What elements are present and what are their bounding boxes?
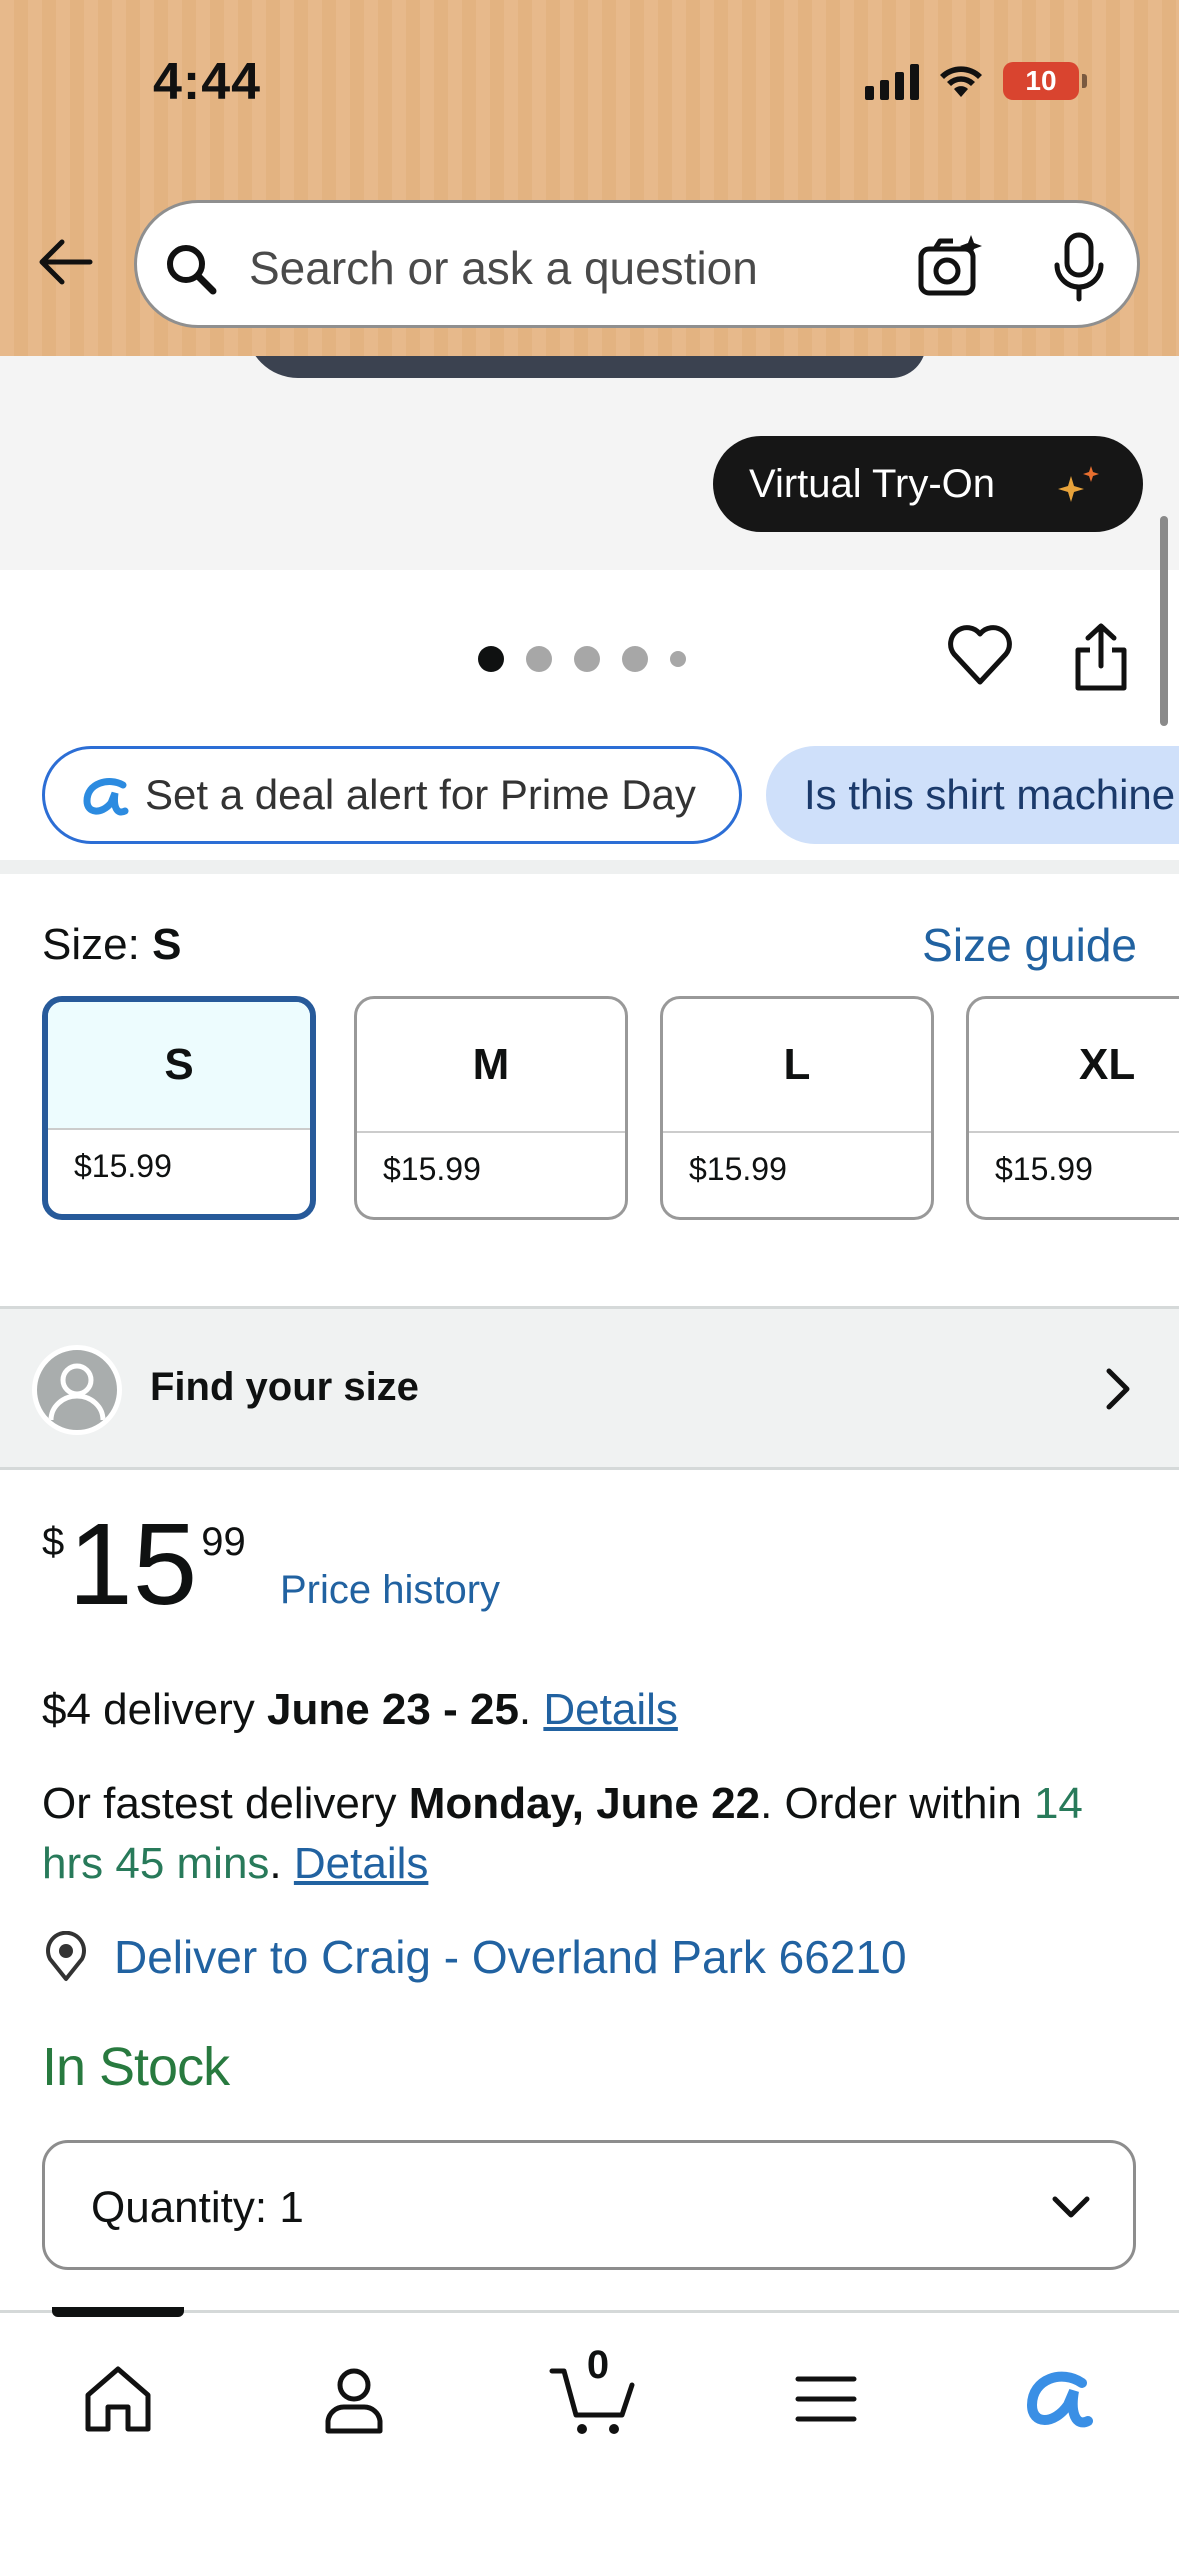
deal-alert-chip[interactable]: Set a deal alert for Prime Day [42, 746, 742, 844]
account-icon[interactable] [314, 2359, 394, 2439]
deal-alert-label: Set a deal alert for Prime Day [145, 771, 696, 818]
avatar-icon [32, 1345, 122, 1435]
size-option-m[interactable]: M $15.99 [354, 996, 628, 1220]
sparkle-icon [1058, 466, 1099, 502]
status-time: 4:44 [153, 53, 262, 111]
price-symbol: $ [42, 1520, 65, 1564]
quantity-label: Quantity: [91, 2183, 268, 2232]
stock-status: In Stock [42, 2037, 230, 2097]
deliver-to-row[interactable]: Deliver to Craig - Overland Park 66210 [42, 1930, 907, 1984]
quantity-text: Quantity: 1 [91, 2183, 304, 2233]
price-history-link[interactable]: Price history [280, 1568, 500, 1613]
size-option-price: $15.99 [995, 1151, 1093, 1187]
size-option-price: $15.99 [383, 1151, 481, 1187]
quantity-dropdown[interactable]: Quantity: 1 [42, 2140, 1136, 2270]
size-guide-link[interactable]: Size guide [922, 918, 1137, 972]
bottom-nav: 0 [0, 2307, 1179, 2556]
home-icon[interactable] [78, 2359, 158, 2439]
size-label: Size: S [42, 920, 181, 970]
size-option-xl[interactable]: XL $15.99 [966, 996, 1179, 1220]
search-icon [167, 245, 217, 295]
price: $ 15 99 [42, 1506, 246, 1622]
quantity-value: 1 [279, 2183, 304, 2232]
delivery-prefix: $4 delivery [42, 1685, 268, 1734]
fastest-sep: . [269, 1839, 294, 1888]
back-arrow-icon[interactable] [34, 230, 98, 294]
size-label-text: Size: [42, 920, 140, 969]
camera-icon[interactable] [915, 233, 983, 301]
size-option-price: $15.99 [74, 1148, 172, 1184]
search-bar[interactable]: Search or ask a question [134, 200, 1140, 328]
active-tab-indicator [52, 2307, 184, 2317]
question-chip[interactable]: Is this shirt machine washable? [766, 746, 1179, 844]
chevron-down-icon [1052, 2196, 1090, 2218]
signal-icon [865, 62, 919, 100]
delivery-details-link[interactable]: Details [543, 1685, 678, 1734]
heart-icon[interactable] [946, 622, 1014, 688]
size-option-price: $15.99 [689, 1151, 787, 1187]
carousel-dot[interactable] [574, 646, 600, 672]
carousel-dots[interactable] [478, 646, 686, 672]
menu-icon[interactable] [786, 2359, 866, 2439]
virtual-try-on-button[interactable]: Virtual Try-On [713, 436, 1143, 532]
search-input[interactable]: Search or ask a question [249, 241, 758, 295]
section-divider [0, 860, 1179, 874]
battery-level: 10 [1025, 65, 1057, 96]
virtual-try-on-label: Virtual Try-On [749, 461, 995, 506]
size-option-label: L [663, 999, 931, 1133]
carousel-dot[interactable] [478, 646, 504, 672]
size-option-label: XL [969, 999, 1179, 1133]
size-option-l[interactable]: L $15.99 [660, 996, 934, 1220]
fastest-prefix: Or fastest delivery [42, 1779, 409, 1828]
location-pin-icon [46, 1931, 86, 1981]
scrollbar[interactable] [1160, 516, 1168, 726]
battery-icon: 10 [1003, 62, 1087, 100]
fastest-mid: . Order within [760, 1779, 1034, 1828]
rufus-icon [83, 778, 129, 816]
size-option-s[interactable]: S $15.99 [42, 996, 316, 1220]
standard-delivery: $4 delivery June 23 - 25. Details [42, 1680, 1152, 1740]
size-selected-value: S [152, 920, 182, 969]
carousel-dot[interactable] [670, 651, 686, 667]
top-header: 4:44 10 Search or ask a question [0, 0, 1179, 356]
price-fraction: 99 [201, 1520, 246, 1564]
suggestion-chips: Set a deal alert for Prime Day Is this s… [0, 740, 1179, 852]
fastest-delivery: Or fastest delivery Monday, June 22. Ord… [42, 1774, 1152, 1894]
find-your-size-row[interactable]: Find your size [0, 1306, 1179, 1470]
share-icon[interactable] [1072, 622, 1130, 692]
delivery-sep: . [518, 1685, 544, 1734]
delivery-dates: June 23 - 25 [267, 1685, 519, 1734]
question-chip-label: Is this shirt machine washable? [804, 771, 1179, 818]
size-option-label: S [48, 1002, 310, 1130]
chevron-right-icon [1106, 1368, 1130, 1410]
carousel-dot[interactable] [526, 646, 552, 672]
mic-icon[interactable] [1047, 231, 1111, 303]
wifi-icon [940, 66, 982, 97]
status-icons: 10 [865, 62, 1087, 100]
find-your-size-label: Find your size [150, 1365, 419, 1409]
product-image[interactable]: Virtual Try-On [0, 356, 1179, 570]
cart-icon[interactable] [548, 2359, 638, 2439]
price-whole: 15 [68, 1499, 198, 1629]
rufus-icon[interactable] [1016, 2359, 1096, 2439]
size-option-label: M [357, 999, 625, 1133]
fastest-details-link[interactable]: Details [294, 1839, 429, 1888]
product-image-shirt [246, 356, 926, 378]
fastest-date: Monday, June 22 [408, 1779, 761, 1828]
deliver-to-label[interactable]: Deliver to Craig - Overland Park 66210 [114, 1930, 907, 1984]
carousel-dot[interactable] [622, 646, 648, 672]
